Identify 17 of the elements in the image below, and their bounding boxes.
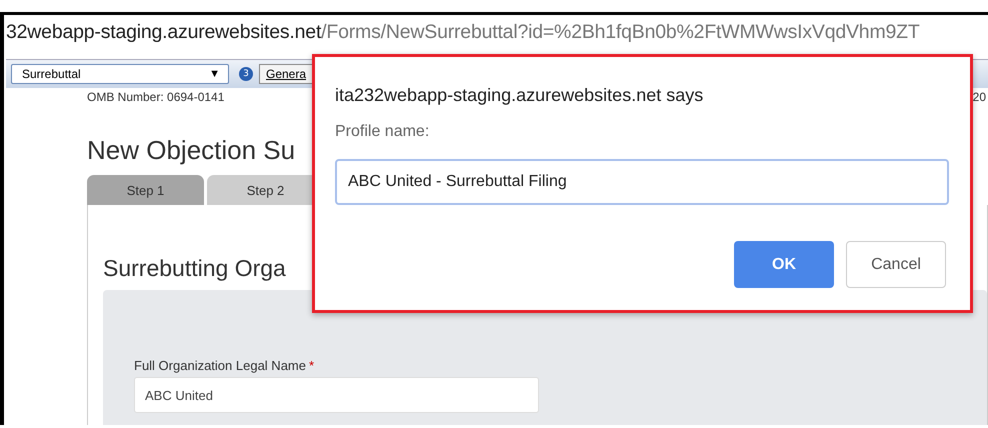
field-label: Full Organization Legal Name <box>134 358 306 373</box>
input-field[interactable]: ABC United <box>134 377 539 413</box>
header-text: 20 <box>972 90 986 106</box>
toolbar-button[interactable]: Genera <box>259 64 314 84</box>
dialog-title: ita232webapp-staging.azurewebsites.net says <box>335 85 704 106</box>
ok-button[interactable]: OK <box>734 241 834 288</box>
input-field[interactable]: ABC United - Surrebuttal Filing <box>335 159 949 205</box>
required-mark: * <box>308 358 314 373</box>
prompt-label: Profile name: <box>335 123 430 141</box>
dropdown[interactable]: Surrebuttal ▼ <box>11 64 229 84</box>
page-title: New Objection Su <box>87 134 296 167</box>
section-heading: Surrebutting Orga <box>103 255 286 282</box>
omb-number: OMB Number: 0694-0141 <box>87 90 224 106</box>
step-badge: 3 <box>239 67 253 81</box>
cancel-button[interactable]: Cancel <box>846 241 946 288</box>
step-tab[interactable]: Step 1 <box>87 175 204 205</box>
address-bar[interactable]: 32webapp-staging.azurewebsites.net/Forms/NewSurrebuttal?id=%2Bh1fqBn0b%2FtWMWwsIxVqdVhm9ZT <box>6 15 988 49</box>
